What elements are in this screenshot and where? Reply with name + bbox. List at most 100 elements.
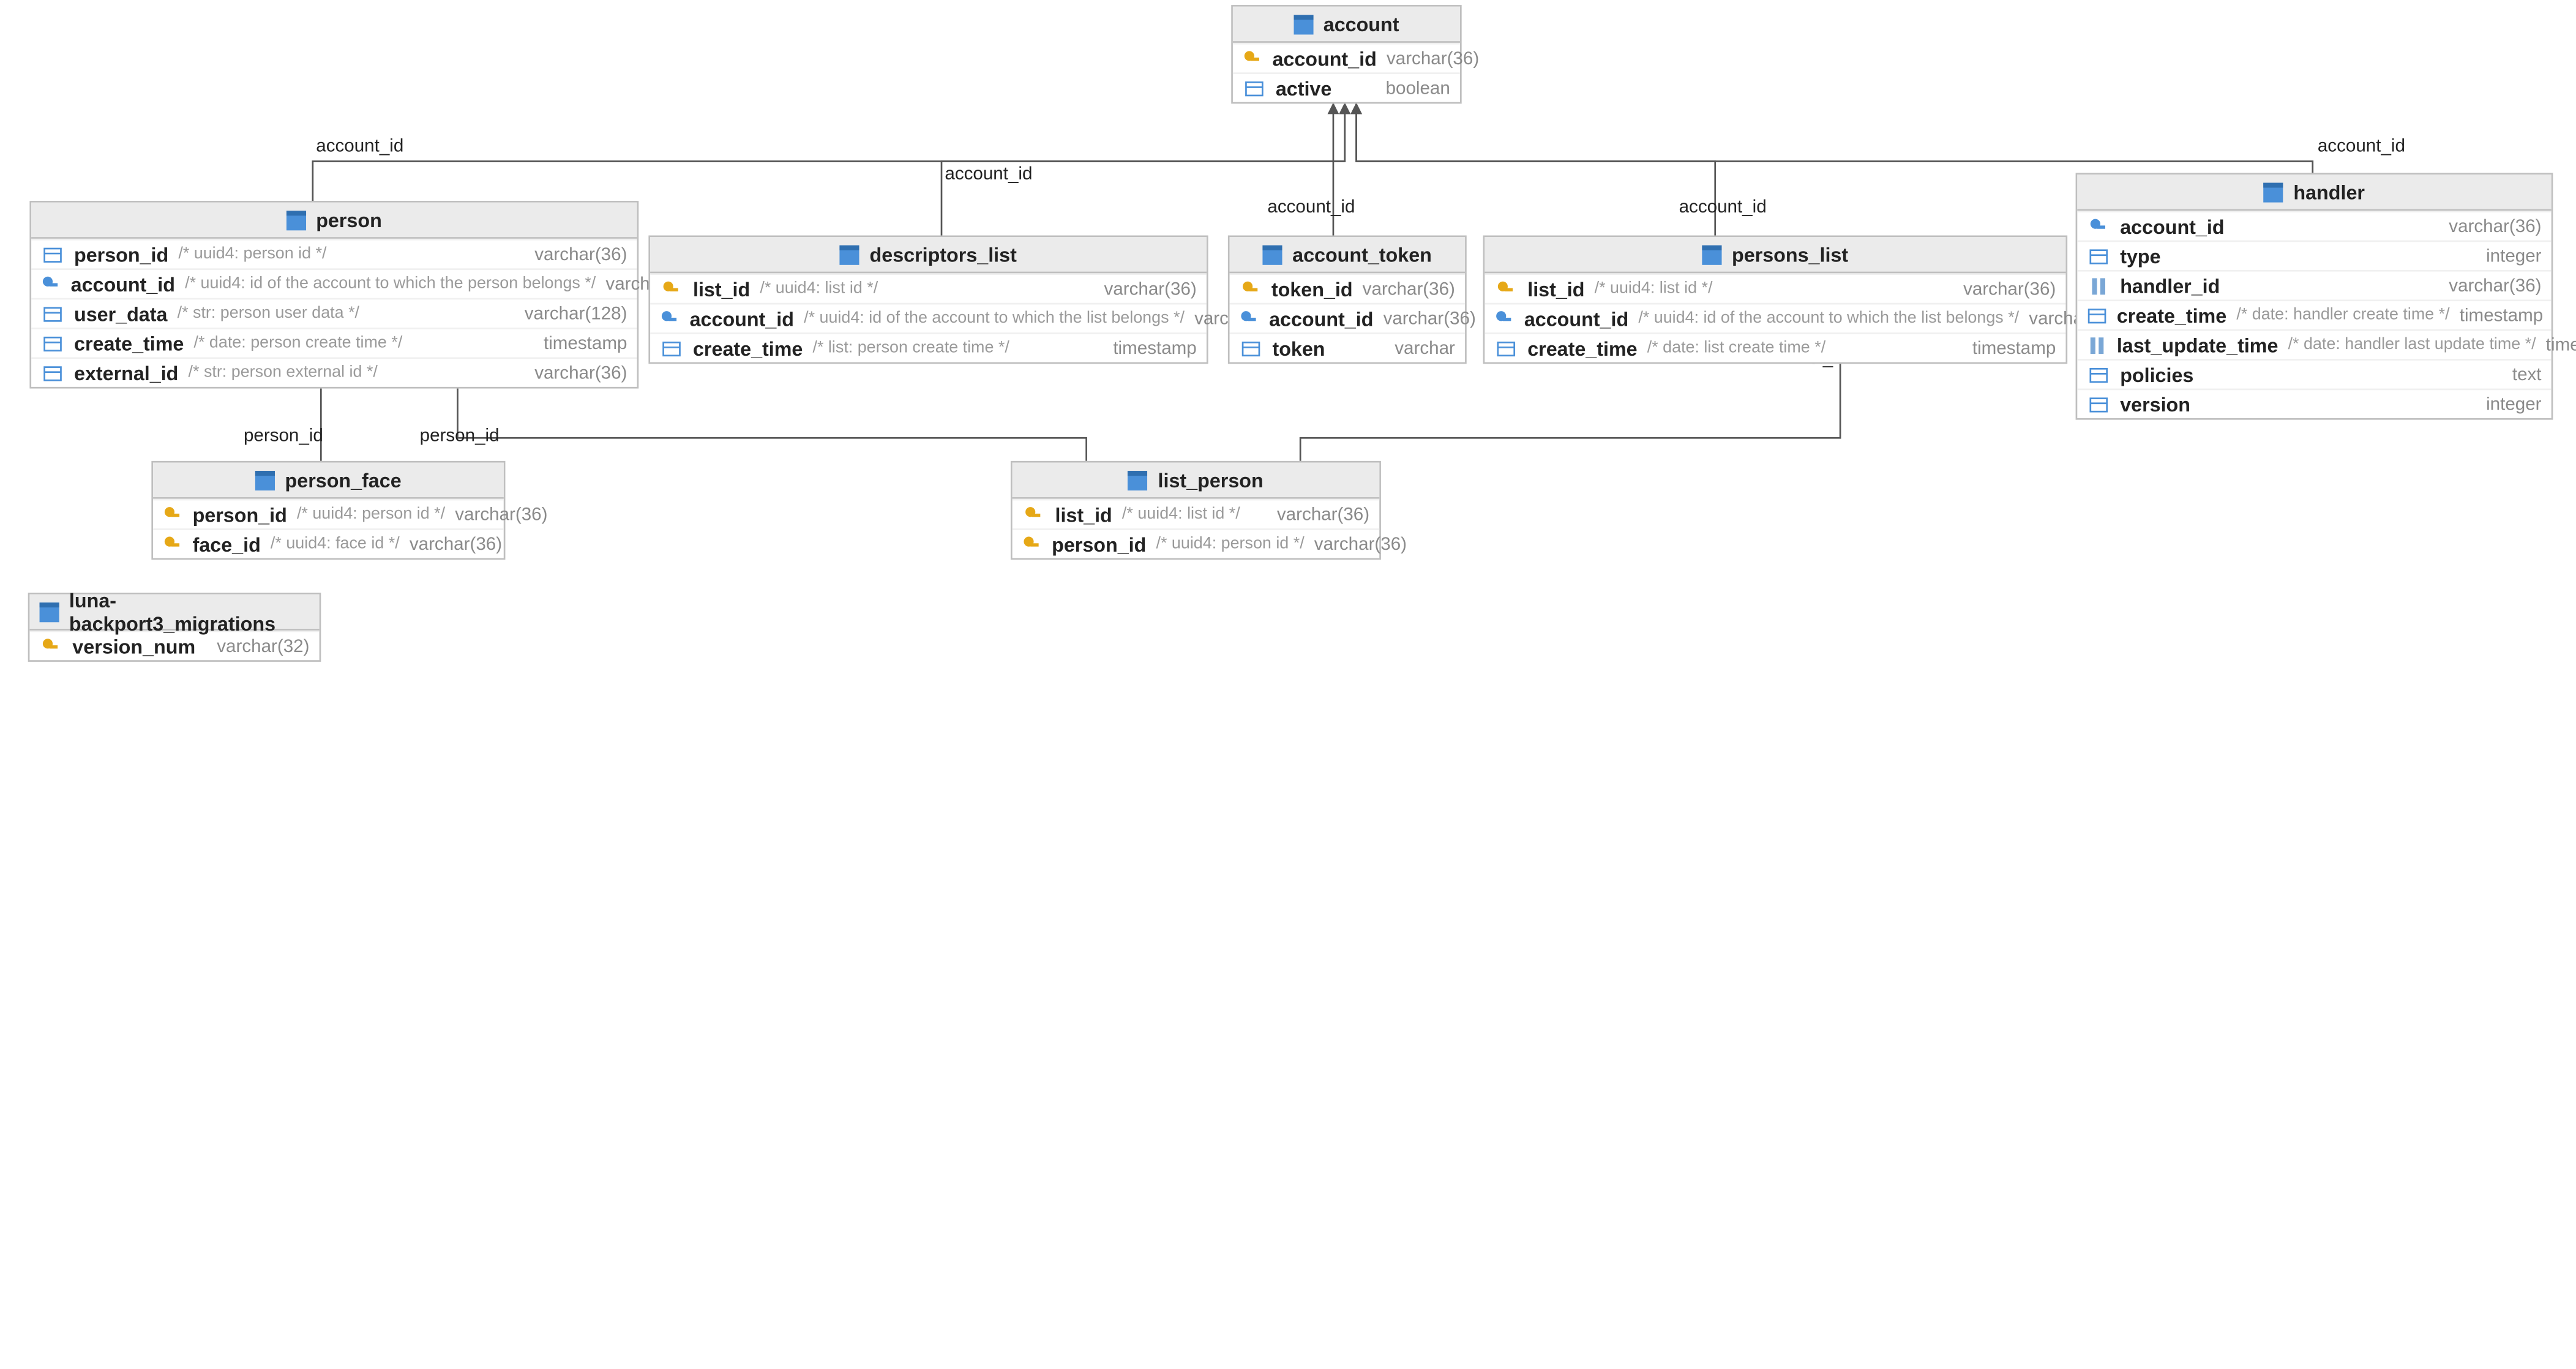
table-header: persons_list <box>1485 237 2065 273</box>
table-account[interactable]: account account_id varchar(36) active bo… <box>1231 5 1461 103</box>
column-type: varchar(36) <box>534 363 627 383</box>
column-comment: /* uuid4: id of the account to which the… <box>804 309 1185 328</box>
table-icon <box>40 602 59 621</box>
column-name: list_id <box>1527 277 1584 301</box>
column-row: person_id /* uuid4: person id */ varchar… <box>153 499 504 528</box>
table-header: person_face <box>153 463 504 499</box>
column-type: varchar(32) <box>217 636 309 656</box>
pk-icon <box>40 636 63 656</box>
column-icon <box>41 363 64 383</box>
column-icon <box>2087 246 2110 266</box>
column-name: account_id <box>1524 307 1628 330</box>
table-person-face[interactable]: person_face person_id /* uuid4: person i… <box>151 461 505 560</box>
table-persons-list[interactable]: persons_list list_id /* uuid4: list id *… <box>1483 236 2068 364</box>
table-header: luna-backport3_migrations <box>29 594 319 631</box>
table-header: descriptors_list <box>650 237 1207 273</box>
column-row: token_id varchar(36) <box>1230 273 1466 302</box>
column-name: account_id <box>71 272 175 296</box>
column-row: version integer <box>2077 389 2551 418</box>
column-type: varchar(36) <box>1387 48 1479 68</box>
column-name: user_data <box>74 302 167 325</box>
table-header: person <box>31 203 637 239</box>
fk-icon <box>1494 309 1514 328</box>
column-comment: /* uuid4: person id */ <box>178 246 326 264</box>
column-name: version <box>2120 392 2190 416</box>
column-name: create_time <box>74 332 184 355</box>
table-title: descriptors_list <box>870 243 1017 266</box>
column-type: integer <box>2486 394 2541 414</box>
column-row: external_id /* str: person external id *… <box>31 357 637 386</box>
fk-icon <box>1240 309 1259 328</box>
pk-icon <box>1494 279 1518 299</box>
column-name: create_time <box>2117 304 2226 327</box>
table-handler[interactable]: handler account_id varchar(36) type inte… <box>2076 173 2553 419</box>
column-type: varchar(36) <box>1363 279 1455 299</box>
column-comment: /* uuid4: id of the account to which the… <box>185 275 596 293</box>
column-type: varchar(36) <box>2449 276 2541 295</box>
table-icon <box>1702 244 1722 264</box>
table-icon <box>286 210 306 230</box>
column-name: face_id <box>193 533 261 556</box>
column-type: varchar(36) <box>1104 279 1197 299</box>
table-migrations[interactable]: luna-backport3_migrations version_num va… <box>28 593 321 662</box>
column-comment: /* str: person user data */ <box>178 304 359 323</box>
column-row: account_id varchar(36) <box>1233 43 1460 72</box>
erd-canvas: account_id account_id account_id account… <box>0 0 2576 1369</box>
table-title: luna-backport3_migrations <box>69 588 320 634</box>
fk-icon <box>41 274 61 294</box>
column-name: list_id <box>693 277 750 301</box>
column-comment: /* date: handler create time */ <box>2236 306 2449 324</box>
column-icon <box>1240 339 1263 358</box>
column-comment: /* str: person external id */ <box>189 364 378 382</box>
column-name: active <box>1276 77 1332 100</box>
pk-icon <box>660 279 683 299</box>
column-type: varchar(36) <box>2449 217 2541 236</box>
column-name: list_id <box>1055 503 1112 526</box>
column-type: varchar <box>1395 339 1455 358</box>
column-comment: /* uuid4: face id */ <box>271 535 400 553</box>
table-account-token[interactable]: account_token token_id varchar(36) accou… <box>1228 236 1467 364</box>
column-name: external_id <box>74 361 178 384</box>
column-row: face_id /* uuid4: face id */ varchar(36) <box>153 528 504 558</box>
column-icon <box>2087 394 2110 414</box>
edge-label-listperson-person: person_id <box>420 426 500 446</box>
column-row: user_data /* str: person user data */ va… <box>31 298 637 328</box>
table-descriptors-list[interactable]: descriptors_list list_id /* uuid4: list … <box>648 236 1208 364</box>
column-type: timestamp <box>2546 335 2576 354</box>
table-list-person[interactable]: list_person list_id /* uuid4: list id */… <box>1011 461 1381 560</box>
column-row: account_id varchar(36) <box>2077 211 2551 240</box>
pk-icon <box>1243 48 1262 68</box>
column-name: handler_id <box>2120 274 2220 298</box>
column-icon <box>41 333 64 353</box>
table-icon <box>1263 244 1282 264</box>
table-person[interactable]: person person_id /* uuid4: person id */ … <box>29 201 638 389</box>
column-icon <box>660 339 683 358</box>
column-type: varchar(36) <box>1383 309 1476 328</box>
column-row: person_id /* uuid4: person id */ varchar… <box>31 239 637 268</box>
column-name: account_id <box>1272 47 1376 70</box>
column-row: handler_id varchar(36) <box>2077 270 2551 299</box>
column-name: token_id <box>1271 277 1353 301</box>
column-type: varchar(36) <box>410 534 502 554</box>
column-row: person_id /* uuid4: person id */ varchar… <box>1013 528 1380 558</box>
column-comment: /* date: handler last update time */ <box>2288 336 2536 354</box>
column-type: varchar(36) <box>1963 279 2056 299</box>
column-type: timestamp <box>1113 339 1196 358</box>
column-comment: /* date: list create time */ <box>1647 339 1825 358</box>
column-type: varchar(36) <box>1314 534 1407 554</box>
table-icon <box>840 244 859 264</box>
edge-label-person-account: account_id <box>316 137 403 156</box>
column-icon <box>1494 339 1518 358</box>
column-type: timestamp <box>1972 339 2056 358</box>
column-type: varchar(128) <box>525 304 627 323</box>
column-name: create_time <box>1527 337 1637 360</box>
column-row: account_id /* uuid4: id of the account t… <box>1485 303 2065 332</box>
fk-icon <box>2087 217 2110 236</box>
column-type: text <box>2512 365 2542 384</box>
table-icon <box>1128 470 1148 490</box>
pk-icon <box>1240 279 1262 299</box>
column-row: active boolean <box>1233 72 1460 102</box>
table-header: account_token <box>1230 237 1466 273</box>
column-name: account_id <box>1269 307 1373 330</box>
column-name: account_id <box>690 307 794 330</box>
